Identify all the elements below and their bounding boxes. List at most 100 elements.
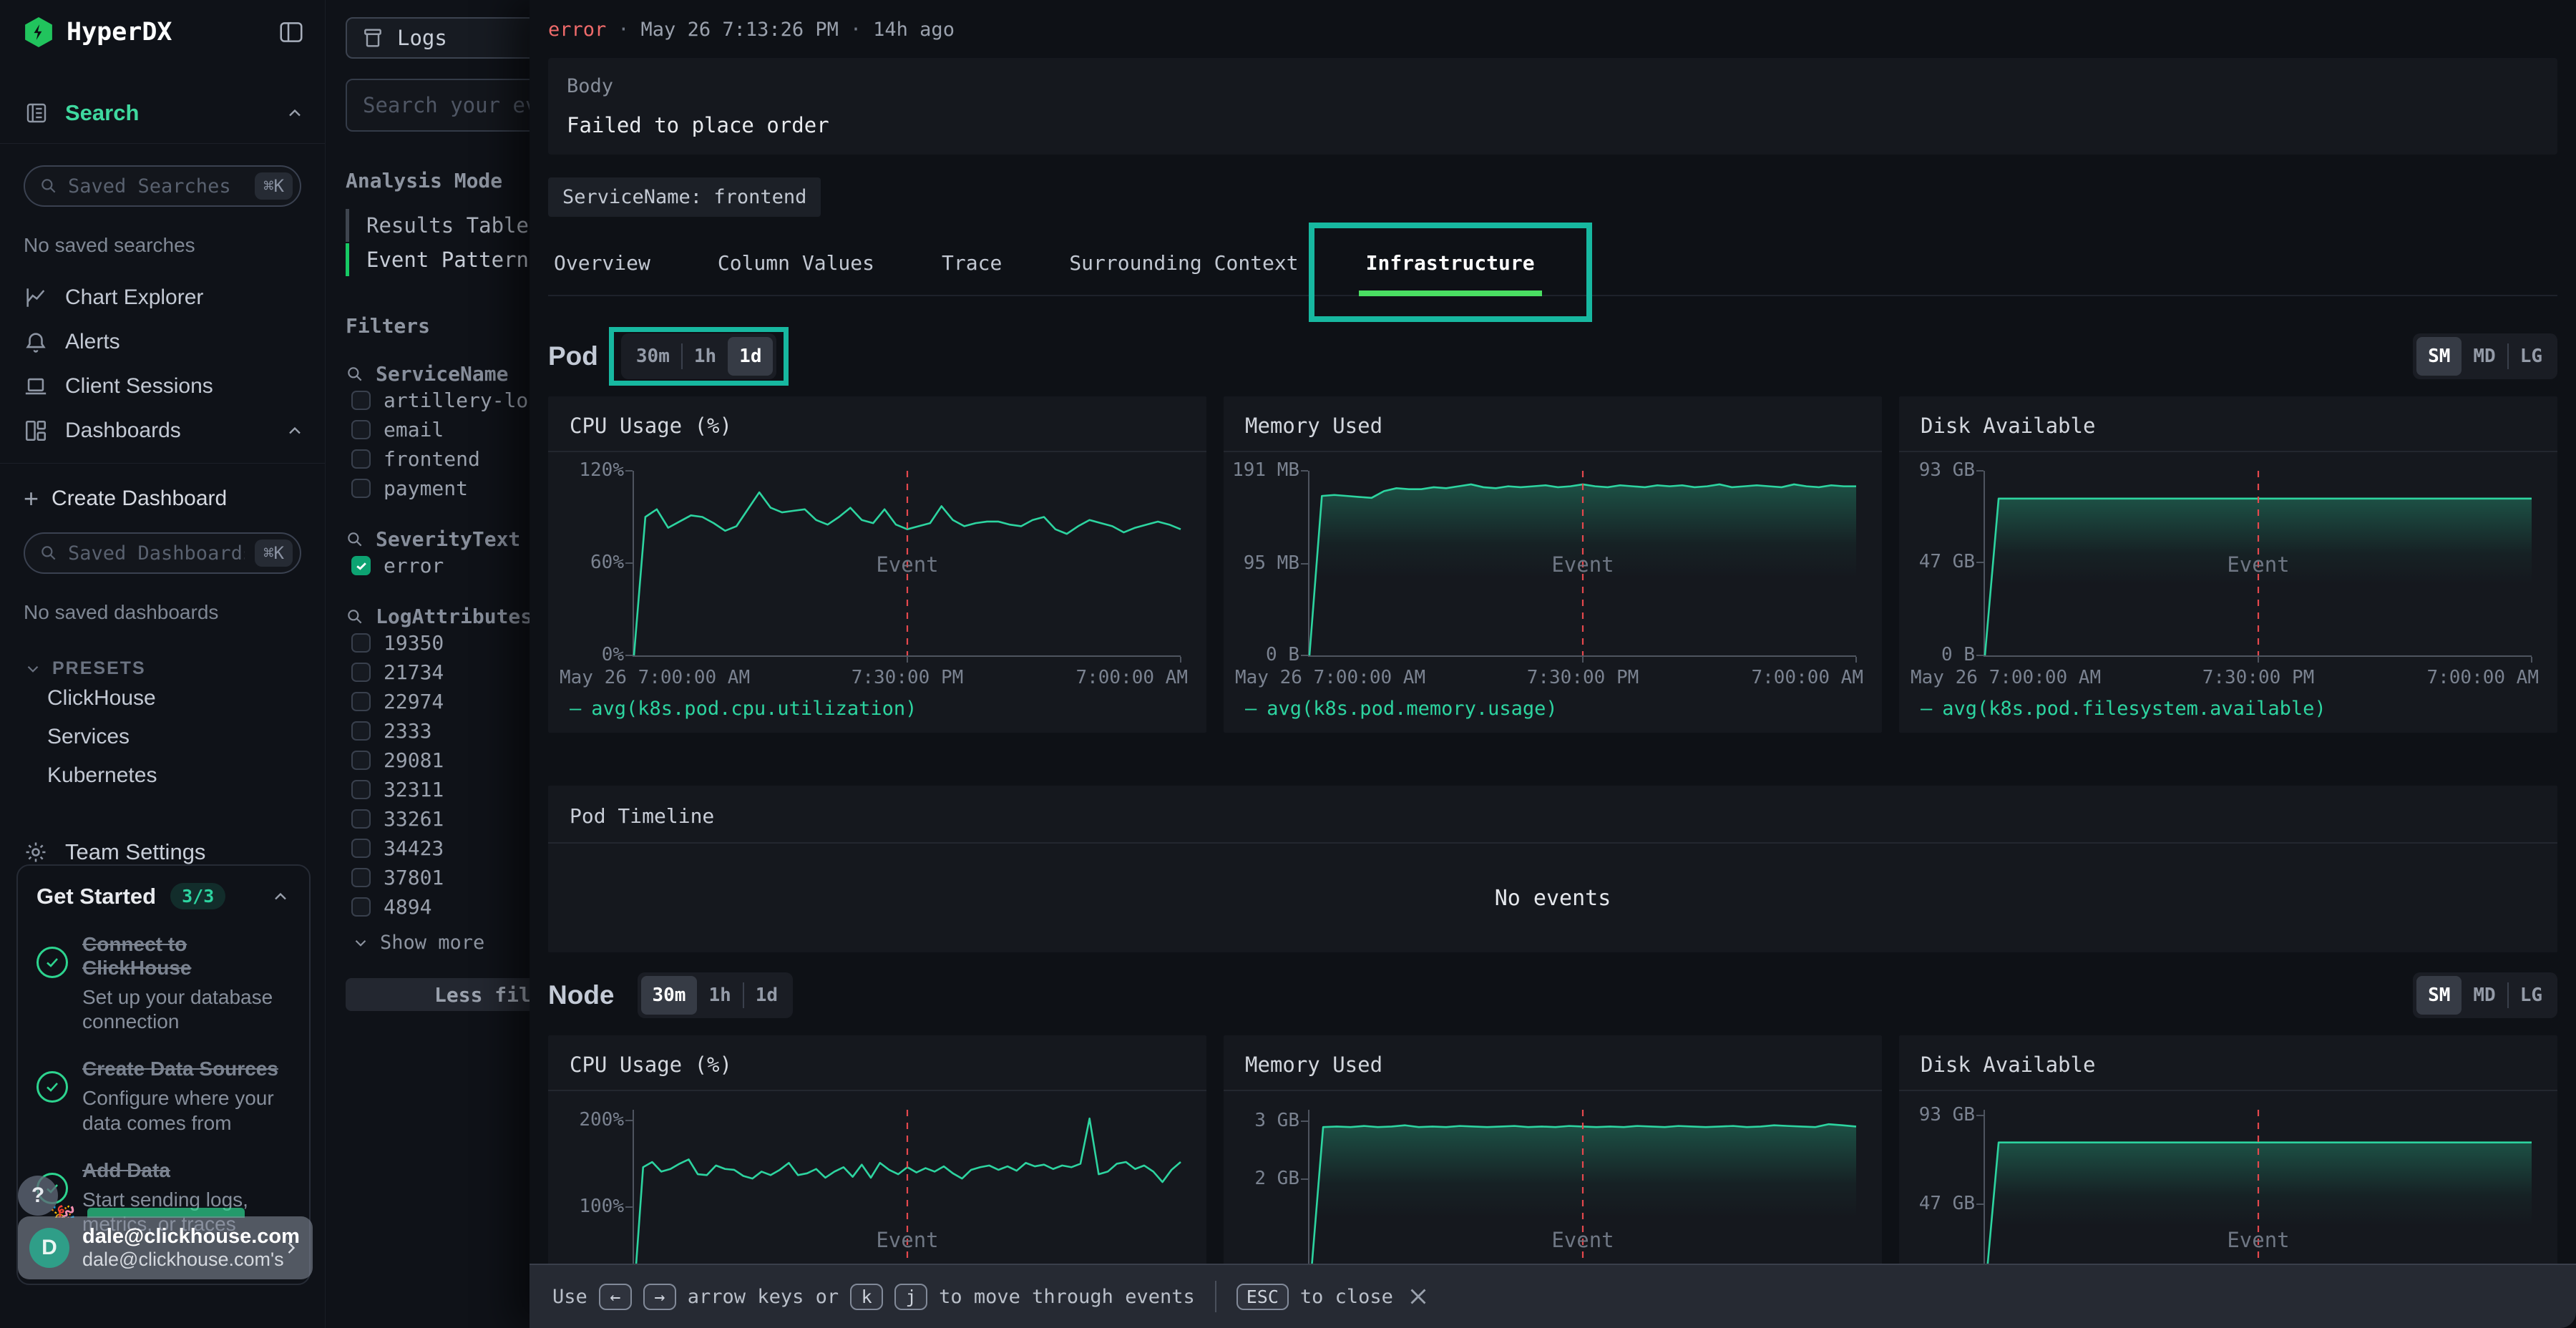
pod-size-lg[interactable]: LG: [2509, 337, 2554, 376]
y-axis-tick-label: 191 MB: [1231, 460, 1299, 480]
help-button[interactable]: ?: [18, 1176, 58, 1216]
get-started-step[interactable]: Connect to ClickHouseSet up your databas…: [36, 932, 291, 1034]
chevron-up-icon: [285, 421, 305, 441]
create-dashboard-button[interactable]: + Create Dashboard: [24, 487, 301, 511]
j-keycap: j: [894, 1284, 927, 1310]
severity-badge: error: [548, 19, 606, 41]
user-account-chip[interactable]: D dale@clickhouse.com dale@clickhouse.co…: [18, 1216, 313, 1279]
filter-option-29081[interactable]: 29081: [351, 746, 530, 775]
x-axis-tick-label: 7:00:00 AM: [1075, 667, 1188, 688]
filter-option-21734[interactable]: 21734: [351, 658, 530, 687]
annotation-box-infrastructure-tab: Infrastructure: [1309, 223, 1592, 322]
checkbox[interactable]: [351, 839, 371, 858]
checkbox[interactable]: [351, 780, 371, 799]
checkbox[interactable]: [351, 420, 371, 439]
node-size-md[interactable]: MD: [2462, 976, 2507, 1015]
filter-option-label: 37801: [384, 866, 444, 889]
separator-dot: ·: [618, 19, 629, 41]
filter-option-4894[interactable]: 4894: [351, 892, 530, 922]
checkbox[interactable]: [351, 897, 371, 917]
sidebar-item-kubernetes[interactable]: Kubernetes: [0, 756, 325, 795]
show-more-button[interactable]: Show more: [351, 932, 530, 954]
checkbox[interactable]: [351, 449, 371, 469]
filter-option-22974[interactable]: 22974: [351, 687, 530, 716]
tab-infrastructure[interactable]: Infrastructure: [1366, 247, 1535, 279]
sidebar-item-client-sessions[interactable]: Client Sessions: [0, 364, 325, 409]
filter-group-servicename: ServiceNameartillery-loaemailfrontendpay…: [346, 362, 530, 503]
hyperdx-logo-icon: [24, 17, 54, 47]
filter-option-payment[interactable]: payment: [351, 474, 530, 503]
close-icon[interactable]: [1405, 1283, 1432, 1310]
annotation-box-pod-time-range: 30m1h1d: [609, 327, 789, 386]
filter-option-37801[interactable]: 37801: [351, 863, 530, 892]
filter-option-32311[interactable]: 32311: [351, 775, 530, 804]
events-search-input[interactable]: Search your ev: [346, 79, 530, 132]
y-axis-tick-label: 120%: [555, 460, 624, 480]
checkbox[interactable]: [351, 663, 371, 682]
filter-option-19350[interactable]: 19350: [351, 628, 530, 658]
checkbox[interactable]: [351, 809, 371, 829]
analysis-mode-event-patterns[interactable]: Event Patterns: [346, 243, 530, 277]
tab-trace[interactable]: Trace: [942, 247, 1002, 279]
pod-size-md[interactable]: MD: [2462, 337, 2507, 376]
less-filters-button[interactable]: Less fil: [346, 978, 530, 1011]
search-pane-inner: Logs Search your ev Analysis Mode Result…: [326, 17, 530, 1011]
node-range-1d[interactable]: 1d: [744, 976, 789, 1015]
team-settings-label: Team Settings: [65, 839, 205, 865]
node-size-sm[interactable]: SM: [2416, 976, 2462, 1015]
checkbox[interactable]: [351, 391, 371, 410]
filter-option-2333[interactable]: 2333: [351, 716, 530, 746]
node-range-1h[interactable]: 1h: [697, 976, 742, 1015]
node-range-30m[interactable]: 30m: [641, 976, 698, 1015]
x-axis-tick-mark: [1582, 657, 1584, 663]
saved-dashboards-input[interactable]: Saved Dashboards ⌘K: [24, 532, 301, 574]
pod-size-sm[interactable]: SM: [2416, 337, 2462, 376]
source-select-button[interactable]: Logs: [346, 17, 530, 59]
analysis-mode-results-table[interactable]: Results Table: [346, 208, 530, 243]
checkbox[interactable]: [351, 721, 371, 741]
get-started-header[interactable]: Get Started 3/3: [36, 883, 291, 909]
filter-option-email[interactable]: email: [351, 415, 530, 444]
filter-option-frontend[interactable]: frontend: [351, 444, 530, 474]
sidebar-item-services[interactable]: Services: [0, 718, 325, 756]
sidebar-item-team-settings[interactable]: Team Settings: [24, 839, 301, 865]
footer-text: Use: [552, 1286, 587, 1308]
chart-card-pod-disk-available: Disk Available93 GB47 GB0 BEventMay 26 7…: [1899, 396, 2557, 733]
service-name-tag[interactable]: ServiceName: frontend: [548, 177, 821, 217]
tab-column-values[interactable]: Column Values: [718, 247, 874, 279]
filter-option-33261[interactable]: 33261: [351, 804, 530, 834]
pod-range-1h[interactable]: 1h: [683, 337, 728, 376]
filter-option-label: 4894: [384, 895, 431, 919]
get-started-step[interactable]: Create Data SourcesConfigure where your …: [36, 1057, 291, 1135]
checkbox[interactable]: [351, 479, 371, 498]
sidebar-item-dashboards[interactable]: Dashboards: [0, 409, 325, 453]
pod-range-1d[interactable]: 1d: [728, 337, 773, 376]
checkbox[interactable]: [351, 751, 371, 770]
pod-time-range-control: 30m1h1d: [621, 333, 777, 379]
checkbox[interactable]: [351, 692, 371, 711]
sidebar-item-alerts[interactable]: Alerts: [0, 320, 325, 364]
sidebar-item-clickhouse[interactable]: ClickHouse: [0, 679, 325, 718]
y-axis-tick-label: 93 GB: [1906, 1105, 1975, 1125]
plus-icon: +: [24, 488, 39, 509]
footer-text: to close: [1300, 1286, 1393, 1308]
tab-surrounding-context[interactable]: Surrounding Context: [1069, 247, 1298, 279]
sidebar-collapse-icon[interactable]: [278, 19, 305, 46]
filter-option-artillery-loa[interactable]: artillery-loa: [351, 386, 530, 415]
filter-option-34423[interactable]: 34423: [351, 834, 530, 863]
tab-overview[interactable]: Overview: [554, 247, 650, 279]
presets-toggle[interactable]: PRESETS: [24, 658, 301, 679]
x-axis-tick-label: May 26 7:00:00 AM: [1911, 667, 2101, 688]
saved-searches-input[interactable]: Saved Searches ⌘K: [24, 165, 301, 207]
checkbox[interactable]: [351, 868, 371, 887]
filter-option-error[interactable]: error: [351, 551, 530, 580]
x-axis-tick-mark: [907, 657, 908, 663]
pod-range-30m[interactable]: 30m: [625, 337, 681, 376]
sidebar-item-chart-explorer[interactable]: Chart Explorer: [0, 275, 325, 320]
checkbox-checked[interactable]: [351, 556, 371, 575]
chart-title: Disk Available: [1899, 396, 2557, 452]
node-size-lg[interactable]: LG: [2509, 976, 2554, 1015]
checkbox[interactable]: [351, 633, 371, 653]
sidebar-item-search[interactable]: Search: [24, 100, 305, 126]
search-label: Search: [65, 100, 139, 126]
